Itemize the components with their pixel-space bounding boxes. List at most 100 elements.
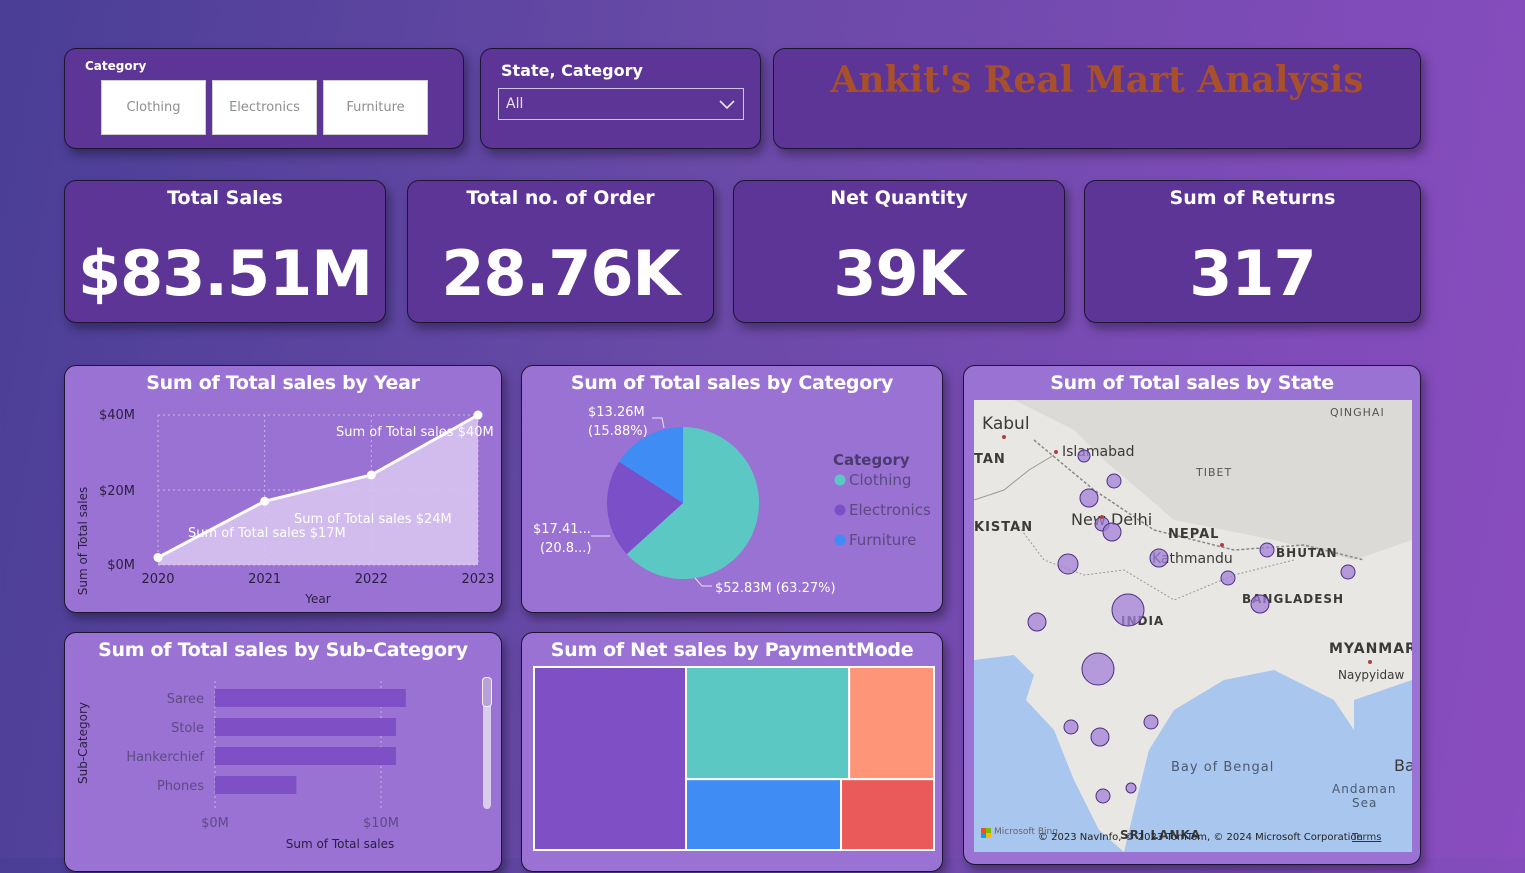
kpi-total-sales: Total Sales $83.51M [64, 180, 386, 323]
category-button-furniture[interactable]: Furniture [323, 80, 428, 135]
dashboard-title: Ankit's Real Mart Analysis [830, 59, 1364, 101]
data-point[interactable] [260, 496, 270, 506]
payment-chart-card[interactable]: Sum of Net sales by PaymentMode [521, 632, 943, 872]
category-button-clothing[interactable]: Clothing [101, 80, 206, 135]
legend-marker [834, 534, 846, 546]
kpi-label: Sum of Returns [1169, 187, 1336, 209]
data-label: Sum of Total sales $40M [336, 425, 494, 440]
state-category-slicer: State, Category All [480, 48, 761, 149]
data-label: Sum of Total sales $24M [294, 512, 452, 527]
state-bubble[interactable] [1259, 542, 1275, 558]
state-bubble[interactable] [1250, 594, 1270, 614]
city-dot [1220, 543, 1224, 547]
state-bubble[interactable] [1063, 719, 1079, 735]
state-bubble[interactable] [1106, 473, 1122, 489]
vertical-scrollbar[interactable] [482, 677, 492, 809]
treemap-tile[interactable] [533, 666, 687, 851]
y-tick-label: Stole [171, 721, 204, 736]
state-bubble[interactable] [1143, 714, 1159, 730]
state-bubble[interactable] [1079, 488, 1099, 508]
category-slicer: Category Clothing Electronics Furniture [64, 48, 464, 149]
pie-data-label: (20.8...) [540, 541, 592, 556]
state-bubble[interactable] [1077, 449, 1091, 463]
x-tick-label: 2023 [461, 572, 494, 587]
payment-treemap [533, 666, 935, 851]
state-map-card[interactable]: Sum of Total sales by State Kabul Islama… [963, 365, 1421, 865]
kpi-value: $83.51M [78, 237, 373, 310]
bing-logo [981, 828, 991, 838]
state-bubble[interactable] [1027, 612, 1047, 632]
y-tick-label: Phones [157, 779, 204, 794]
state-map[interactable]: Kabul Islamabad TAN KISTAN New Delhi NEP… [974, 400, 1412, 852]
subcat-chart-card[interactable]: Sum of Total sales by Sub-Category Sub-C… [64, 632, 502, 872]
state-bubble[interactable] [1125, 782, 1137, 794]
kpi-value: 317 [1189, 237, 1316, 310]
kpi-label: Total no. of Order [466, 187, 655, 209]
city-dot [1100, 515, 1104, 519]
state-bubble[interactable] [1340, 564, 1356, 580]
chevron-down-icon [719, 100, 735, 110]
banner-card: Ankit's Real Mart Analysis [773, 48, 1421, 149]
bar-stole[interactable] [215, 718, 396, 736]
legend-marker [834, 504, 846, 516]
kpi-value: 39K [833, 237, 965, 310]
treemap-tile[interactable] [848, 666, 935, 781]
data-point[interactable] [153, 553, 163, 562]
bar-saree[interactable] [215, 689, 406, 707]
legend-title: Category [833, 451, 910, 469]
category-pie-chart: $13.26M (15.88%) $17.41... (20.8...) $52… [533, 405, 931, 596]
category-chart-card[interactable]: Sum of Total sales by Category $13.26M (… [521, 365, 943, 613]
legend-item-electronics[interactable]: Electronics [849, 501, 931, 519]
data-point[interactable] [366, 470, 376, 480]
y-axis-title: Sub-Category [76, 702, 90, 784]
x-tick-label: 2022 [355, 572, 388, 587]
y-tick-label: Hankerchief [126, 750, 204, 765]
state-bubble[interactable] [1090, 727, 1110, 747]
state-category-label: State, Category [501, 61, 643, 80]
city-dot [1054, 450, 1058, 454]
kpi-value: 28.76K [441, 237, 680, 310]
treemap-tile[interactable] [685, 778, 842, 851]
x-tick-label: $10M [363, 816, 399, 831]
state-bubble[interactable] [1057, 553, 1079, 575]
pie-data-label: $13.26M [588, 405, 645, 420]
year-area-chart: Sum of Total sales Year $40M $20M $0M 20… [76, 408, 495, 606]
map-terms-link[interactable]: Terms [1352, 832, 1381, 843]
state-bubble[interactable] [1095, 788, 1111, 804]
legend-marker [834, 474, 846, 486]
category-slicer-label: Category [85, 59, 147, 73]
x-tick-label: 2020 [141, 572, 174, 587]
y-tick-label: $20M [99, 484, 135, 499]
state-bubbles [1002, 435, 1372, 804]
kpi-net-quantity: Net Quantity 39K [733, 180, 1065, 323]
state-bubble[interactable] [1220, 570, 1236, 586]
bar-hankerchief[interactable] [215, 747, 396, 765]
x-tick-label: 2021 [248, 572, 281, 587]
scrollbar-thumb[interactable] [482, 677, 492, 707]
state-bubble[interactable] [1149, 548, 1169, 568]
year-chart-card[interactable]: Sum of Total sales by Year Sum of Total … [64, 365, 502, 613]
data-point[interactable] [473, 410, 483, 420]
legend-item-furniture[interactable]: Furniture [849, 531, 916, 549]
x-axis-title: Year [304, 592, 330, 606]
y-tick-label: Saree [167, 692, 204, 707]
map-title: Sum of Total sales by State [1050, 372, 1334, 394]
state-bubble[interactable] [1102, 522, 1122, 542]
category-button-electronics[interactable]: Electronics [212, 80, 317, 135]
y-axis-title: Sum of Total sales [76, 487, 90, 596]
pie-data-label: (15.88%) [588, 424, 648, 439]
bar-phones[interactable] [215, 776, 297, 794]
data-label: Sum of Total sales $17M [188, 526, 346, 541]
y-tick-label: $40M [99, 408, 135, 423]
x-tick-label: $0M [201, 816, 229, 831]
kpi-label: Net Quantity [830, 187, 968, 209]
treemap-tile[interactable] [685, 666, 851, 781]
kpi-sum-returns: Sum of Returns 317 [1084, 180, 1421, 323]
subcat-bar-chart: Sub-Category Sum of Total sales $0M $10M… [76, 681, 406, 851]
pie-data-label: $17.41... [533, 522, 591, 537]
treemap-tile[interactable] [840, 778, 935, 851]
state-bubble[interactable] [1111, 593, 1145, 627]
legend-item-clothing[interactable]: Clothing [849, 471, 911, 489]
state-category-dropdown[interactable]: All [498, 88, 744, 120]
state-bubble[interactable] [1081, 652, 1115, 686]
